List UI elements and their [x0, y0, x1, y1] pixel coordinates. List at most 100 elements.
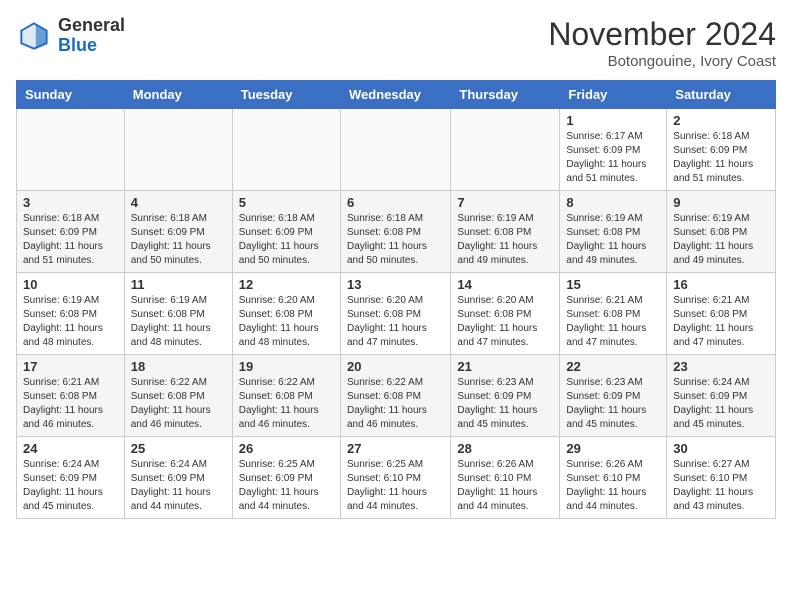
day-number: 26 — [239, 441, 334, 456]
calendar-cell: 30 Sunrise: 6:27 AM Sunset: 6:10 PM Dayli… — [667, 437, 776, 519]
calendar-cell: 10 Sunrise: 6:19 AM Sunset: 6:08 PM Dayli… — [17, 273, 125, 355]
day-detail: Sunrise: 6:26 AM Sunset: 6:10 PM Dayligh… — [457, 458, 553, 514]
day-detail: Sunrise: 6:18 AM Sunset: 6:08 PM Dayligh… — [347, 212, 444, 268]
calendar-cell: 6 Sunrise: 6:18 AM Sunset: 6:08 PM Daylig… — [340, 191, 450, 273]
calendar-cell: 12 Sunrise: 6:20 AM Sunset: 6:08 PM Dayli… — [232, 273, 340, 355]
day-number: 4 — [131, 195, 226, 210]
day-detail: Sunrise: 6:19 AM Sunset: 6:08 PM Dayligh… — [566, 212, 660, 268]
day-detail: Sunrise: 6:20 AM Sunset: 6:08 PM Dayligh… — [347, 294, 444, 350]
day-detail: Sunrise: 6:24 AM Sunset: 6:09 PM Dayligh… — [23, 458, 118, 514]
day-number: 18 — [131, 359, 226, 374]
day-number: 19 — [239, 359, 334, 374]
calendar-cell: 1 Sunrise: 6:17 AM Sunset: 6:09 PM Daylig… — [560, 109, 667, 191]
calendar-cell: 21 Sunrise: 6:23 AM Sunset: 6:09 PM Dayli… — [451, 355, 560, 437]
calendar-cell: 29Sunrise: 6:26 AM Sunset: 6:10 PM Dayli… — [560, 437, 667, 519]
day-detail: Sunrise: 6:24 AM Sunset: 6:09 PM Dayligh… — [673, 376, 769, 432]
calendar-cell: 8 Sunrise: 6:19 AM Sunset: 6:08 PM Daylig… — [560, 191, 667, 273]
day-detail: Sunrise: 6:21 AM Sunset: 6:08 PM Dayligh… — [23, 376, 118, 432]
day-detail: Sunrise: 6:18 AM Sunset: 6:09 PM Dayligh… — [673, 130, 769, 186]
day-number: 13 — [347, 277, 444, 292]
calendar-cell: 2 Sunrise: 6:18 AM Sunset: 6:09 PM Daylig… — [667, 109, 776, 191]
day-number: 1 — [566, 113, 660, 128]
calendar-cell: 20 Sunrise: 6:22 AM Sunset: 6:08 PM Dayli… — [340, 355, 450, 437]
calendar-cell: 13 Sunrise: 6:20 AM Sunset: 6:08 PM Dayli… — [340, 273, 450, 355]
calendar-cell — [17, 109, 125, 191]
month-title: November 2024 — [548, 16, 776, 53]
day-detail: Sunrise: 6:18 AM Sunset: 6:09 PM Dayligh… — [23, 212, 118, 268]
weekday-sunday: Sunday — [17, 81, 125, 109]
day-number: 9 — [673, 195, 769, 210]
calendar-cell: 26 Sunrise: 6:25 AM Sunset: 6:09 PM Dayli… — [232, 437, 340, 519]
calendar-week-1: 1 Sunrise: 6:17 AM Sunset: 6:09 PM Daylig… — [17, 109, 776, 191]
day-detail: Sunrise: 6:27 AM Sunset: 6:10 PM Dayligh… — [673, 458, 769, 514]
logo-icon — [16, 18, 52, 54]
day-detail: Sunrise: 6:19 AM Sunset: 6:08 PM Dayligh… — [673, 212, 769, 268]
calendar-cell — [451, 109, 560, 191]
day-number: 21 — [457, 359, 553, 374]
day-detail: Sunrise: 6:23 AM Sunset: 6:09 PM Dayligh… — [566, 376, 660, 432]
day-number: 17 — [23, 359, 118, 374]
calendar-week-5: 24 Sunrise: 6:24 AM Sunset: 6:09 PM Dayli… — [17, 437, 776, 519]
weekday-monday: Monday — [124, 81, 232, 109]
day-number: 8 — [566, 195, 660, 210]
day-detail: Sunrise: 6:20 AM Sunset: 6:08 PM Dayligh… — [239, 294, 334, 350]
day-detail: Sunrise: 6:18 AM Sunset: 6:09 PM Dayligh… — [131, 212, 226, 268]
day-detail: Sunrise: 6:17 AM Sunset: 6:09 PM Dayligh… — [566, 130, 660, 186]
calendar-cell: 24 Sunrise: 6:24 AM Sunset: 6:09 PM Dayli… — [17, 437, 125, 519]
logo-text: General Blue — [58, 16, 125, 56]
calendar-week-2: 3 Sunrise: 6:18 AM Sunset: 6:09 PM Daylig… — [17, 191, 776, 273]
day-number: 30 — [673, 441, 769, 456]
calendar-cell: 28 Sunrise: 6:26 AM Sunset: 6:10 PM Dayli… — [451, 437, 560, 519]
day-number: 16 — [673, 277, 769, 292]
calendar-cell: 19 Sunrise: 6:22 AM Sunset: 6:08 PM Dayli… — [232, 355, 340, 437]
location-subtitle: Botongouine, Ivory Coast — [548, 53, 776, 70]
day-detail: Sunrise: 6:25 AM Sunset: 6:09 PM Dayligh… — [239, 458, 334, 514]
day-number: 24 — [23, 441, 118, 456]
day-number: 27 — [347, 441, 444, 456]
day-detail: Sunrise: 6:20 AM Sunset: 6:08 PM Dayligh… — [457, 294, 553, 350]
weekday-header-row: SundayMondayTuesdayWednesdayThursdayFrid… — [17, 81, 776, 109]
day-number: 14 — [457, 277, 553, 292]
calendar-week-4: 17 Sunrise: 6:21 AM Sunset: 6:08 PM Dayli… — [17, 355, 776, 437]
calendar-cell: 9 Sunrise: 6:19 AM Sunset: 6:08 PM Daylig… — [667, 191, 776, 273]
calendar-cell: 5Sunrise: 6:18 AM Sunset: 6:09 PM Daylig… — [232, 191, 340, 273]
logo: General Blue — [16, 16, 125, 56]
day-number: 6 — [347, 195, 444, 210]
day-detail: Sunrise: 6:19 AM Sunset: 6:08 PM Dayligh… — [131, 294, 226, 350]
day-number: 2 — [673, 113, 769, 128]
day-detail: Sunrise: 6:22 AM Sunset: 6:08 PM Dayligh… — [131, 376, 226, 432]
calendar-cell: 15Sunrise: 6:21 AM Sunset: 6:08 PM Dayli… — [560, 273, 667, 355]
day-detail: Sunrise: 6:21 AM Sunset: 6:08 PM Dayligh… — [673, 294, 769, 350]
calendar-table: SundayMondayTuesdayWednesdayThursdayFrid… — [16, 80, 776, 519]
day-detail: Sunrise: 6:18 AM Sunset: 6:09 PM Dayligh… — [239, 212, 334, 268]
day-number: 3 — [23, 195, 118, 210]
day-detail: Sunrise: 6:22 AM Sunset: 6:08 PM Dayligh… — [347, 376, 444, 432]
calendar-cell: 22 Sunrise: 6:23 AM Sunset: 6:09 PM Dayli… — [560, 355, 667, 437]
day-detail: Sunrise: 6:26 AM Sunset: 6:10 PM Dayligh… — [566, 458, 660, 514]
calendar-cell — [124, 109, 232, 191]
weekday-tuesday: Tuesday — [232, 81, 340, 109]
weekday-thursday: Thursday — [451, 81, 560, 109]
day-number: 10 — [23, 277, 118, 292]
day-detail: Sunrise: 6:19 AM Sunset: 6:08 PM Dayligh… — [23, 294, 118, 350]
day-detail: Sunrise: 6:22 AM Sunset: 6:08 PM Dayligh… — [239, 376, 334, 432]
day-number: 11 — [131, 277, 226, 292]
calendar-cell: 23 Sunrise: 6:24 AM Sunset: 6:09 PM Dayli… — [667, 355, 776, 437]
calendar-cell: 7Sunrise: 6:19 AM Sunset: 6:08 PM Daylig… — [451, 191, 560, 273]
calendar-cell: 27 Sunrise: 6:25 AM Sunset: 6:10 PM Dayli… — [340, 437, 450, 519]
calendar-cell — [232, 109, 340, 191]
calendar-cell: 14 Sunrise: 6:20 AM Sunset: 6:08 PM Dayli… — [451, 273, 560, 355]
day-number: 23 — [673, 359, 769, 374]
day-detail: Sunrise: 6:24 AM Sunset: 6:09 PM Dayligh… — [131, 458, 226, 514]
day-number: 20 — [347, 359, 444, 374]
day-detail: Sunrise: 6:25 AM Sunset: 6:10 PM Dayligh… — [347, 458, 444, 514]
day-detail: Sunrise: 6:23 AM Sunset: 6:09 PM Dayligh… — [457, 376, 553, 432]
calendar-cell: 11 Sunrise: 6:19 AM Sunset: 6:08 PM Dayli… — [124, 273, 232, 355]
day-number: 22 — [566, 359, 660, 374]
day-number: 12 — [239, 277, 334, 292]
day-number: 28 — [457, 441, 553, 456]
day-detail: Sunrise: 6:21 AM Sunset: 6:08 PM Dayligh… — [566, 294, 660, 350]
weekday-wednesday: Wednesday — [340, 81, 450, 109]
calendar-cell: 4 Sunrise: 6:18 AM Sunset: 6:09 PM Daylig… — [124, 191, 232, 273]
day-detail: Sunrise: 6:19 AM Sunset: 6:08 PM Dayligh… — [457, 212, 553, 268]
